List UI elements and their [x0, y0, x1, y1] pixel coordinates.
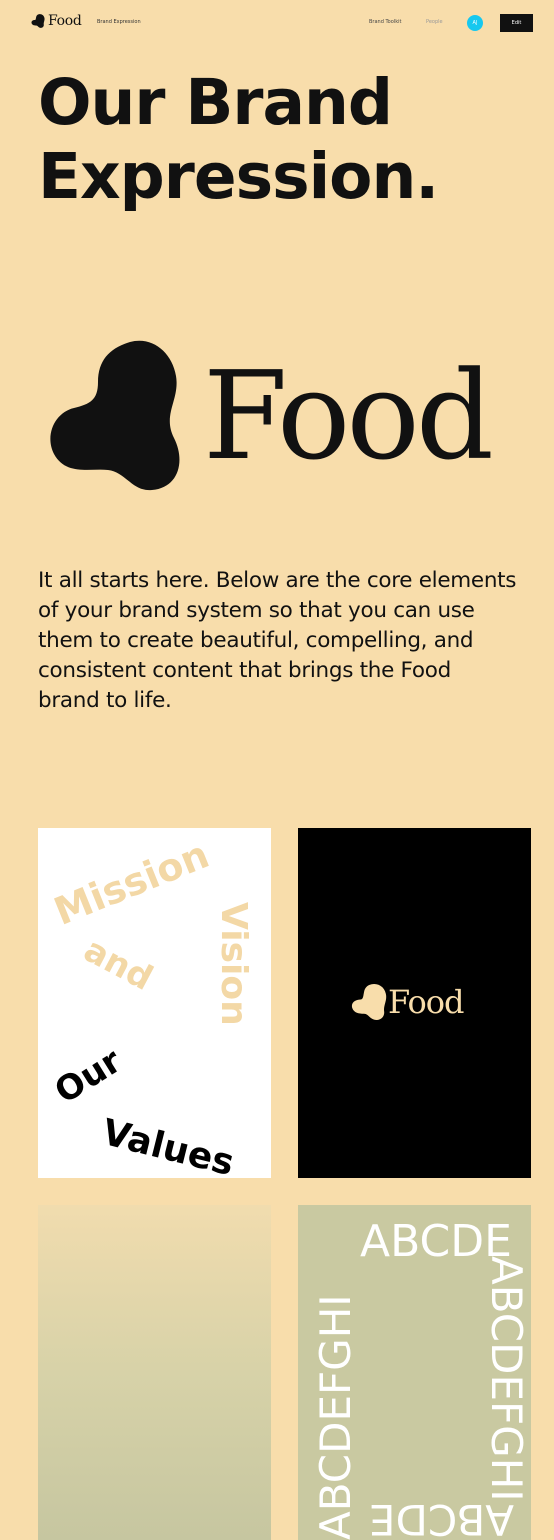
blob-logo-icon [31, 14, 45, 28]
card-word-vision: Vision [213, 902, 254, 1026]
typography-sample-bottom: ABCDE [368, 1495, 514, 1540]
typography-sample-left: ABCDEFGHI [311, 1294, 360, 1540]
page-title: Our Brand Expression. [38, 66, 518, 214]
nav-link-people[interactable]: People [426, 19, 443, 25]
top-nav: Food Brand Expression Brand Toolkit Peop… [0, 0, 554, 44]
page-title-line2: Expression. [38, 140, 439, 213]
nav-logo[interactable]: Food [30, 13, 82, 29]
color-card[interactable] [38, 1205, 271, 1540]
hero-logo-word: Food [203, 345, 494, 487]
edit-button[interactable]: Edit [500, 14, 533, 32]
logo-card[interactable]: Food [298, 828, 531, 1178]
intro-text: It all starts here. Below are the core e… [38, 568, 517, 713]
nav-link-brand-toolkit[interactable]: Brand Toolkit [369, 19, 401, 25]
blob-logo-icon [351, 983, 387, 1021]
card-logo: Food [348, 981, 464, 1023]
avatar[interactable]: AJ [467, 15, 483, 31]
page-title-line1: Our Brand [38, 66, 393, 139]
nav-section-title: Brand Expression [97, 19, 141, 25]
blob-logo-icon [50, 340, 180, 491]
typography-sample-right: ABCDEFGHI [482, 1256, 531, 1502]
card-logo-word: Food [388, 983, 464, 1021]
hero-logo: Food [48, 338, 528, 498]
nav-logo-text: Food [48, 13, 82, 29]
